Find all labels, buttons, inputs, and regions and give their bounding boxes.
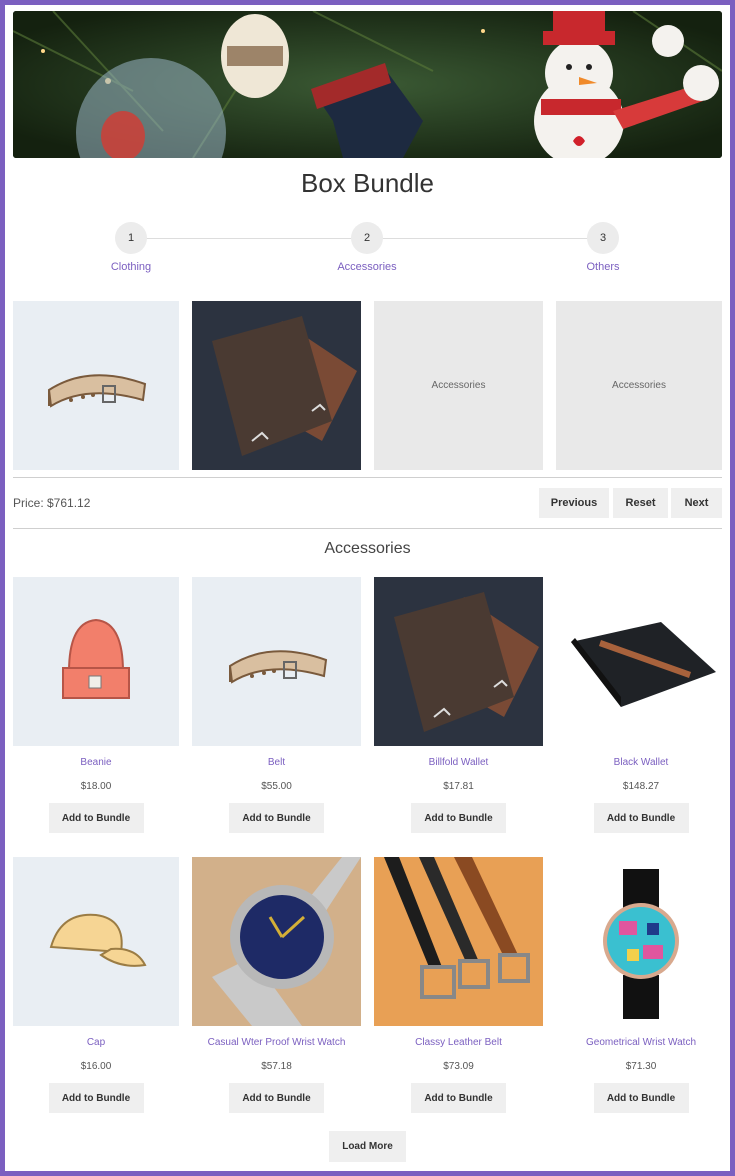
add-to-bundle-button[interactable]: Add to Bundle	[593, 1083, 689, 1113]
bundle-price: Price: $761.12	[13, 496, 91, 510]
product-image[interactable]	[13, 577, 179, 746]
step-label[interactable]: Others	[543, 261, 663, 273]
black-wallet-image	[571, 621, 716, 707]
add-to-bundle-button[interactable]: Add to Bundle	[229, 803, 324, 833]
product-card-belt: Belt $55.00 Add to Bundle	[192, 577, 361, 833]
product-image[interactable]	[374, 577, 543, 746]
previous-button[interactable]: Previous	[539, 488, 609, 518]
add-to-bundle-button[interactable]: Add to Bundle	[593, 803, 689, 833]
product-image[interactable]	[13, 857, 179, 1026]
product-name[interactable]: Casual Wter Proof Wrist Watch	[192, 1037, 361, 1048]
next-button[interactable]: Next	[671, 488, 722, 518]
product-price: $18.00	[80, 781, 112, 792]
product-card-wrist-watch: Casual Wter Proof Wrist Watch $57.18 Add…	[192, 857, 361, 1113]
add-to-bundle-button[interactable]: Add to Bundle	[48, 1083, 144, 1113]
beanie-image	[62, 618, 130, 699]
product-price: $71.30	[625, 1061, 657, 1072]
belt-image	[228, 649, 327, 684]
product-card-black-wallet: Black Wallet $148.27 Add to Bundle	[556, 577, 726, 833]
product-name[interactable]: Classy Leather Belt	[374, 1037, 543, 1048]
page-title: Box Bundle	[301, 168, 434, 198]
step-clothing[interactable]: 1 Clothing	[71, 222, 191, 273]
geometrical-watch-image	[603, 869, 679, 1019]
belt-image	[47, 373, 147, 408]
step-number: 3	[587, 222, 619, 254]
product-name[interactable]: Beanie	[13, 757, 179, 768]
leather-belt-image	[374, 857, 543, 1026]
load-more-button[interactable]: Load More	[329, 1131, 406, 1162]
product-card-cap: Cap $16.00 Add to Bundle	[13, 857, 179, 1113]
reset-button[interactable]: Reset	[613, 488, 668, 518]
divider	[13, 477, 722, 478]
add-to-bundle-button[interactable]: Add to Bundle	[48, 803, 144, 833]
product-price: $16.00	[80, 1061, 112, 1072]
product-price: $148.27	[622, 781, 660, 792]
step-label[interactable]: Clothing	[71, 261, 191, 273]
cap-image	[49, 913, 147, 967]
product-card-leather-belt: Classy Leather Belt $73.09 Add to Bundle	[374, 857, 543, 1113]
product-price: $55.00	[261, 781, 292, 792]
product-name[interactable]: Cap	[13, 1037, 179, 1048]
step-number: 2	[351, 222, 383, 254]
product-card-billfold-wallet: Billfold Wallet $17.81 Add to Bundle	[374, 577, 543, 833]
hero-banner-image	[13, 11, 722, 158]
section-title: Accessories	[324, 540, 411, 557]
bundle-slot-placeholder[interactable]: Accessories	[374, 301, 543, 470]
product-price: $57.18	[261, 1061, 292, 1072]
bundle-slot-placeholder[interactable]: Accessories	[556, 301, 722, 470]
step-label[interactable]: Accessories	[307, 261, 427, 273]
product-price: $73.09	[443, 1061, 474, 1072]
add-to-bundle-button[interactable]: Add to Bundle	[411, 803, 506, 833]
step-accessories[interactable]: 2 Accessories	[307, 222, 427, 273]
product-image[interactable]	[556, 857, 726, 1026]
add-to-bundle-button[interactable]: Add to Bundle	[411, 1083, 506, 1113]
billfold-wallet-image	[374, 577, 543, 746]
product-image[interactable]	[556, 577, 726, 746]
wrist-watch-image	[192, 857, 361, 1026]
bundle-slot-belt[interactable]	[13, 301, 179, 470]
product-image[interactable]	[192, 577, 361, 746]
product-image[interactable]	[192, 857, 361, 1026]
product-card-beanie: Beanie $18.00 Add to Bundle	[13, 577, 179, 833]
bundle-slot-billfold-wallet[interactable]	[192, 301, 361, 470]
product-name[interactable]: Black Wallet	[556, 757, 726, 768]
slot-placeholder-text: Accessories	[612, 380, 666, 391]
step-others[interactable]: 3 Others	[543, 222, 663, 273]
product-image[interactable]	[374, 857, 543, 1026]
product-name[interactable]: Geometrical Wrist Watch	[556, 1037, 726, 1048]
product-price: $17.81	[443, 781, 474, 792]
step-number: 1	[115, 222, 147, 254]
divider	[13, 528, 722, 529]
product-name[interactable]: Belt	[192, 757, 361, 768]
slot-placeholder-text: Accessories	[431, 380, 486, 391]
billfold-wallet-image	[192, 301, 361, 470]
product-name[interactable]: Billfold Wallet	[374, 757, 543, 768]
add-to-bundle-button[interactable]: Add to Bundle	[229, 1083, 324, 1113]
product-card-geometrical-watch: Geometrical Wrist Watch $71.30 Add to Bu…	[556, 857, 726, 1113]
